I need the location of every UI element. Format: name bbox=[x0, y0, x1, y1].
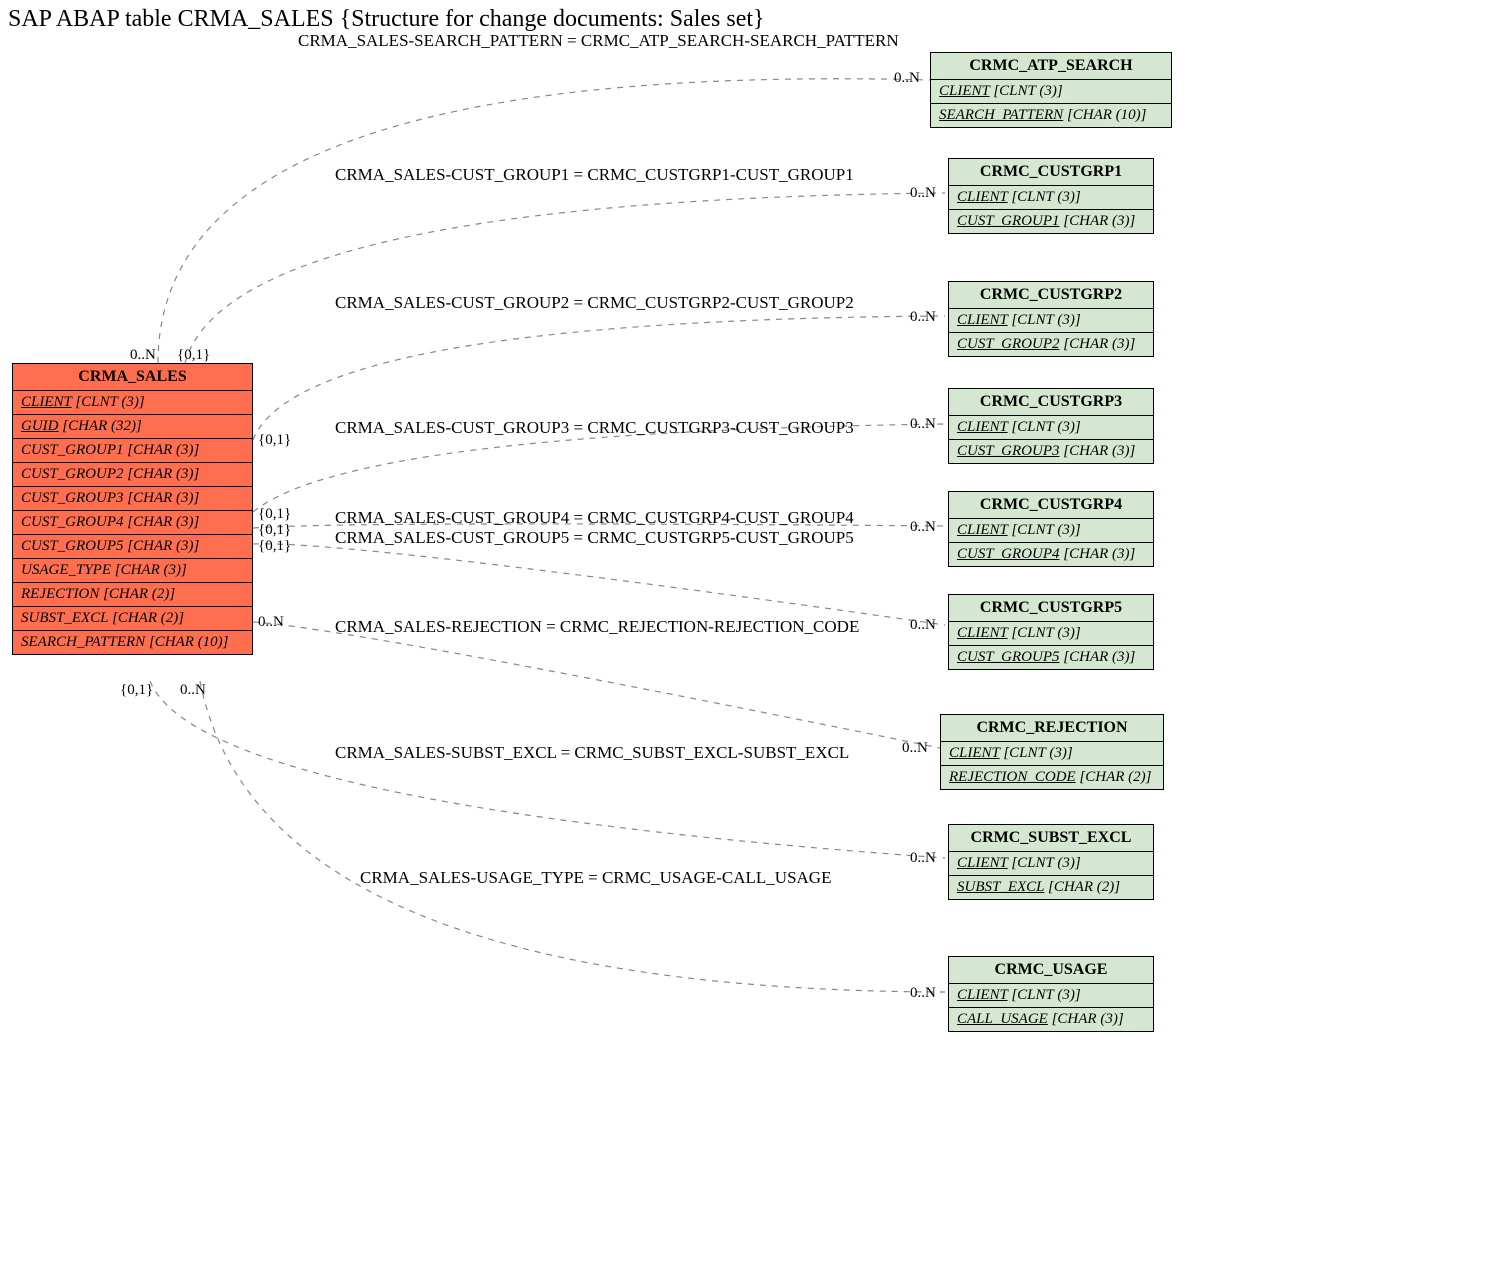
cardinality-label: 0..N bbox=[894, 70, 920, 87]
field-row: CLIENT [CLNT (3)] bbox=[949, 622, 1153, 646]
entity-header: CRMC_REJECTION bbox=[941, 715, 1163, 742]
field-row: CUST_GROUP4 [CHAR (3)] bbox=[949, 543, 1153, 566]
relation-label: CRMA_SALES-SEARCH_PATTERN = CRMC_ATP_SEA… bbox=[298, 31, 899, 51]
cardinality-label: {0,1} bbox=[177, 347, 210, 364]
relation-label: CRMA_SALES-CUST_GROUP2 = CRMC_CUSTGRP2-C… bbox=[335, 293, 854, 313]
entity-header: CRMC_CUSTGRP2 bbox=[949, 282, 1153, 309]
cardinality-label: {0,1} bbox=[258, 538, 291, 555]
field-row: CUST_GROUP3 [CHAR (3)] bbox=[949, 440, 1153, 463]
field-row: CLIENT [CLNT (3)] bbox=[941, 742, 1163, 766]
field-row: CUST_GROUP3 [CHAR (3)] bbox=[13, 487, 252, 511]
relation-label: CRMA_SALES-CUST_GROUP4 = CRMC_CUSTGRP4-C… bbox=[335, 508, 854, 528]
entity-header: CRMA_SALES bbox=[13, 364, 252, 391]
entity-header: CRMC_CUSTGRP1 bbox=[949, 159, 1153, 186]
field-row: CLIENT [CLNT (3)] bbox=[949, 984, 1153, 1008]
cardinality-label: 0..N bbox=[258, 614, 284, 631]
cardinality-label: 0..N bbox=[910, 309, 936, 326]
cardinality-label: {0,1} bbox=[258, 506, 291, 523]
field-row: CUST_GROUP1 [CHAR (3)] bbox=[13, 439, 252, 463]
cardinality-label: 0..N bbox=[910, 617, 936, 634]
cardinality-label: 0..N bbox=[902, 740, 928, 757]
cardinality-label: 0..N bbox=[180, 682, 206, 699]
entity-crmc-custgrp3: CRMC_CUSTGRP3 CLIENT [CLNT (3)] CUST_GRO… bbox=[948, 388, 1154, 464]
cardinality-label: {0,1} bbox=[258, 522, 291, 539]
cardinality-label: 0..N bbox=[910, 185, 936, 202]
field-row: CUST_GROUP2 [CHAR (3)] bbox=[13, 463, 252, 487]
cardinality-label: 0..N bbox=[910, 850, 936, 867]
entity-header: CRMC_CUSTGRP4 bbox=[949, 492, 1153, 519]
field-row: CLIENT [CLNT (3)] bbox=[13, 391, 252, 415]
field-row: CLIENT [CLNT (3)] bbox=[949, 519, 1153, 543]
field-row: SEARCH_PATTERN [CHAR (10)] bbox=[931, 104, 1171, 127]
entity-crmc-atp-search: CRMC_ATP_SEARCH CLIENT [CLNT (3)] SEARCH… bbox=[930, 52, 1172, 128]
field-row: CUST_GROUP4 [CHAR (3)] bbox=[13, 511, 252, 535]
field-row: SUBST_EXCL [CHAR (2)] bbox=[13, 607, 252, 631]
entity-crmc-custgrp1: CRMC_CUSTGRP1 CLIENT [CLNT (3)] CUST_GRO… bbox=[948, 158, 1154, 234]
entity-crmc-usage: CRMC_USAGE CLIENT [CLNT (3)] CALL_USAGE … bbox=[948, 956, 1154, 1032]
cardinality-label: 0..N bbox=[910, 519, 936, 536]
cardinality-label: {0,1} bbox=[258, 432, 291, 449]
field-row: REJECTION_CODE [CHAR (2)] bbox=[941, 766, 1163, 789]
entity-crmc-custgrp4: CRMC_CUSTGRP4 CLIENT [CLNT (3)] CUST_GRO… bbox=[948, 491, 1154, 567]
field-row: CUST_GROUP5 [CHAR (3)] bbox=[949, 646, 1153, 669]
field-row: CUST_GROUP5 [CHAR (3)] bbox=[13, 535, 252, 559]
page-title: SAP ABAP table CRMA_SALES {Structure for… bbox=[8, 6, 765, 33]
entity-header: CRMC_SUBST_EXCL bbox=[949, 825, 1153, 852]
entity-crmc-custgrp2: CRMC_CUSTGRP2 CLIENT [CLNT (3)] CUST_GRO… bbox=[948, 281, 1154, 357]
entity-crma-sales: CRMA_SALES CLIENT [CLNT (3)] GUID [CHAR … bbox=[12, 363, 253, 655]
field-row: GUID [CHAR (32)] bbox=[13, 415, 252, 439]
field-row: CLIENT [CLNT (3)] bbox=[931, 80, 1171, 104]
relation-label: CRMA_SALES-REJECTION = CRMC_REJECTION-RE… bbox=[335, 617, 859, 637]
field-row: SEARCH_PATTERN [CHAR (10)] bbox=[13, 631, 252, 654]
entity-header: CRMC_CUSTGRP3 bbox=[949, 389, 1153, 416]
entity-header: CRMC_ATP_SEARCH bbox=[931, 53, 1171, 80]
relation-label: CRMA_SALES-SUBST_EXCL = CRMC_SUBST_EXCL-… bbox=[335, 743, 849, 763]
entity-header: CRMC_CUSTGRP5 bbox=[949, 595, 1153, 622]
relation-label: CRMA_SALES-USAGE_TYPE = CRMC_USAGE-CALL_… bbox=[360, 868, 831, 888]
field-row: CUST_GROUP1 [CHAR (3)] bbox=[949, 210, 1153, 233]
relation-label: CRMA_SALES-CUST_GROUP5 = CRMC_CUSTGRP5-C… bbox=[335, 528, 854, 548]
cardinality-label: 0..N bbox=[910, 416, 936, 433]
cardinality-label: {0,1} bbox=[120, 682, 153, 699]
entity-crmc-subst-excl: CRMC_SUBST_EXCL CLIENT [CLNT (3)] SUBST_… bbox=[948, 824, 1154, 900]
field-row: USAGE_TYPE [CHAR (3)] bbox=[13, 559, 252, 583]
field-row: CUST_GROUP2 [CHAR (3)] bbox=[949, 333, 1153, 356]
relation-label: CRMA_SALES-CUST_GROUP3 = CRMC_CUSTGRP3-C… bbox=[335, 418, 854, 438]
entity-crmc-rejection: CRMC_REJECTION CLIENT [CLNT (3)] REJECTI… bbox=[940, 714, 1164, 790]
field-row: REJECTION [CHAR (2)] bbox=[13, 583, 252, 607]
field-row: CLIENT [CLNT (3)] bbox=[949, 852, 1153, 876]
field-row: CLIENT [CLNT (3)] bbox=[949, 416, 1153, 440]
field-row: CLIENT [CLNT (3)] bbox=[949, 309, 1153, 333]
field-row: CALL_USAGE [CHAR (3)] bbox=[949, 1008, 1153, 1031]
entity-header: CRMC_USAGE bbox=[949, 957, 1153, 984]
relation-label: CRMA_SALES-CUST_GROUP1 = CRMC_CUSTGRP1-C… bbox=[335, 165, 854, 185]
entity-crmc-custgrp5: CRMC_CUSTGRP5 CLIENT [CLNT (3)] CUST_GRO… bbox=[948, 594, 1154, 670]
cardinality-label: 0..N bbox=[910, 985, 936, 1002]
cardinality-label: 0..N bbox=[130, 347, 156, 364]
field-row: CLIENT [CLNT (3)] bbox=[949, 186, 1153, 210]
field-row: SUBST_EXCL [CHAR (2)] bbox=[949, 876, 1153, 899]
